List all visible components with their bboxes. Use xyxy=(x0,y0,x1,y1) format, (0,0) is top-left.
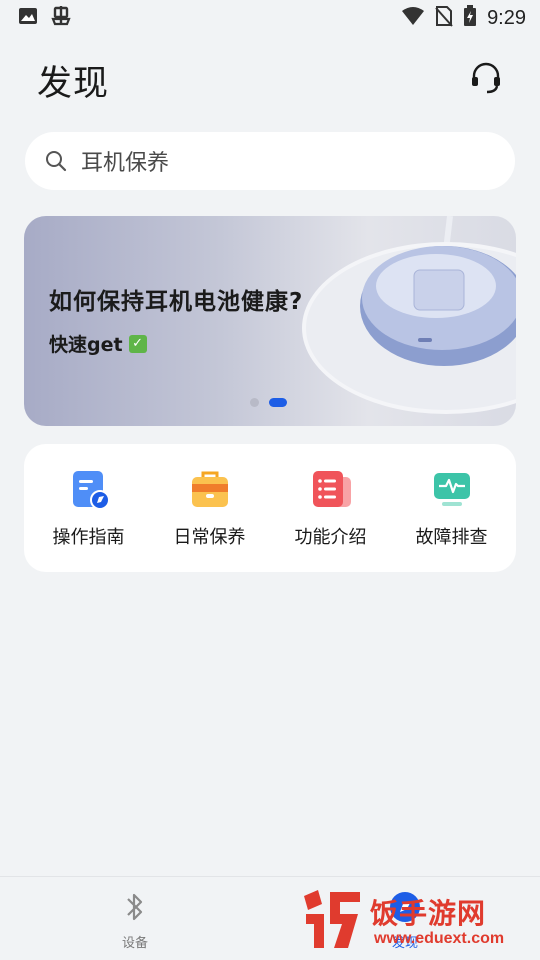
carousel-dot-active xyxy=(269,398,287,407)
promo-banner[interactable]: 如何保持耳机电池健康? 快速get ✓ xyxy=(24,216,516,426)
check-badge-icon: ✓ xyxy=(128,334,147,353)
quick-link-label: 日常保养 xyxy=(173,527,246,548)
wifi-icon xyxy=(401,6,425,31)
no-sim-icon xyxy=(435,5,453,32)
quick-link-label: 操作指南 xyxy=(52,527,125,548)
nav-item-devices[interactable]: 设备 xyxy=(0,877,270,960)
battery-charging-icon xyxy=(463,4,477,32)
watermark-url: www.eduext.com xyxy=(374,930,505,947)
banner-subtitle: 快速get ✓ xyxy=(49,330,147,357)
quick-link-features[interactable]: 功能介绍 xyxy=(276,467,386,549)
support-button[interactable] xyxy=(468,62,504,98)
status-time: 9:29 xyxy=(487,6,526,29)
quick-link-label: 功能介绍 xyxy=(294,527,367,548)
nav-label-devices: 设备 xyxy=(121,936,148,951)
earbuds-case-image xyxy=(302,216,516,414)
banner-title: 如何保持耳机电池健康? xyxy=(49,289,304,315)
quick-link-guide[interactable]: 操作指南 xyxy=(34,467,144,549)
banner-subtitle-text: 快速get xyxy=(49,334,123,356)
headset-icon xyxy=(469,61,503,99)
search-placeholder: 耳机保养 xyxy=(81,151,170,176)
bluetooth-icon xyxy=(123,890,147,928)
maintenance-bag-icon xyxy=(188,467,232,511)
guide-icon xyxy=(67,467,111,511)
search-input[interactable]: 耳机保养 xyxy=(25,132,515,190)
watermark-text: 饭手游网 xyxy=(370,898,487,929)
search-icon xyxy=(45,150,67,172)
bug-icon xyxy=(50,5,72,32)
quick-link-maintenance[interactable]: 日常保养 xyxy=(155,467,265,549)
image-icon xyxy=(18,6,38,31)
watermark-logo-icon xyxy=(304,890,360,948)
quick-link-label: 故障排查 xyxy=(415,527,488,548)
quick-link-troubleshoot[interactable]: 故障排查 xyxy=(397,467,507,549)
quick-links-card: 操作指南 日常保养 功能介绍 故障排查 xyxy=(24,444,516,572)
troubleshoot-monitor-icon xyxy=(430,467,474,511)
site-watermark: 饭手游网 www.eduext.com xyxy=(298,884,540,960)
status-bar: 9:29 xyxy=(0,0,540,36)
page-title: 发现 xyxy=(37,63,110,104)
feature-list-icon xyxy=(309,467,353,511)
header: 发现 xyxy=(0,52,540,108)
carousel-dot xyxy=(250,398,259,407)
carousel-indicator xyxy=(250,398,287,407)
